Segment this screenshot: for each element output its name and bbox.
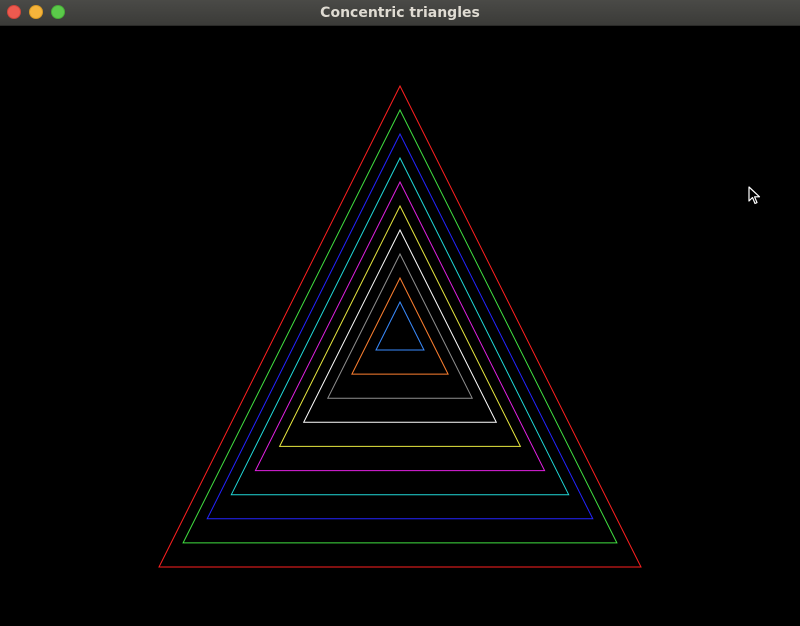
window-title: Concentric triangles: [320, 5, 480, 21]
triangle-4: [230, 156, 570, 496]
triangle-10: [375, 300, 425, 351]
triangle-7: [302, 228, 498, 423]
drawing-canvas: [158, 84, 642, 568]
title-bar[interactable]: Concentric triangles: [0, 0, 800, 26]
triangle-2: [182, 108, 618, 544]
triangle-3: [206, 132, 594, 520]
triangle-5: [254, 180, 546, 472]
app-window: Concentric triangles: [0, 0, 800, 626]
mouse-pointer-icon: [748, 186, 761, 205]
triangle-8: [326, 252, 474, 399]
triangle-9: [351, 276, 449, 375]
